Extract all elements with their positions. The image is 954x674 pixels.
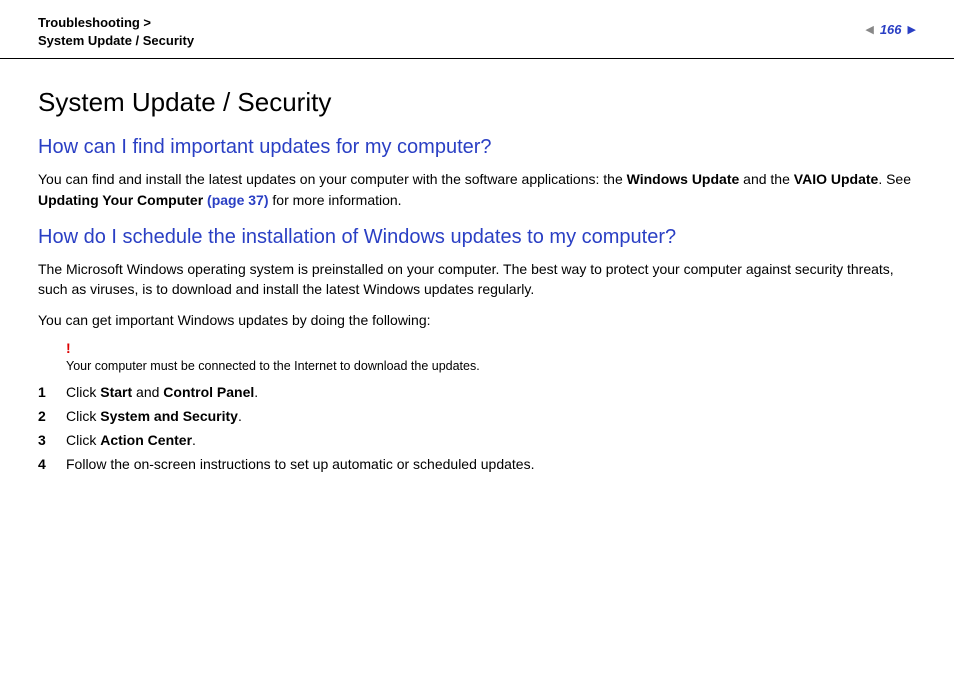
page-navigation: ◀ 166 ▶ <box>865 22 916 37</box>
next-page-icon[interactable]: ▶ <box>908 23 916 36</box>
section-heading-2: How do I schedule the installation of Wi… <box>38 226 916 249</box>
list-item: 1 Click Start and Control Panel. <box>38 384 916 400</box>
alert-text: Your computer must be connected to the I… <box>66 358 916 374</box>
text-bold: Updating Your Computer <box>38 192 207 208</box>
list-item: 3 Click Action Center. <box>38 432 916 448</box>
alert-box: ! Your computer must be connected to the… <box>66 340 916 374</box>
text-bold: Windows Update <box>627 171 740 187</box>
text-fragment: . <box>192 432 196 448</box>
text-fragment: . <box>254 384 258 400</box>
step-number: 4 <box>38 456 66 472</box>
list-item: 2 Click System and Security. <box>38 408 916 424</box>
page-header: Troubleshooting > System Update / Securi… <box>0 0 954 59</box>
text-fragment: . <box>238 408 242 424</box>
text-bold: VAIO Update <box>794 171 879 187</box>
text-fragment: . See <box>878 171 911 187</box>
text-fragment: Follow the on-screen instructions to set… <box>66 456 534 472</box>
text-fragment: and the <box>739 171 794 187</box>
section2-paragraph-2: You can get important Windows updates by… <box>38 310 916 330</box>
alert-icon: ! <box>66 340 916 356</box>
step-text: Click Action Center. <box>66 432 916 448</box>
text-bold: Start <box>100 384 132 400</box>
text-bold: System and Security <box>100 408 238 424</box>
section1-paragraph: You can find and install the latest upda… <box>38 169 916 210</box>
page-number: 166 <box>880 22 902 37</box>
step-text: Click System and Security. <box>66 408 916 424</box>
step-text: Follow the on-screen instructions to set… <box>66 456 916 472</box>
step-list: 1 Click Start and Control Panel. 2 Click… <box>38 384 916 472</box>
breadcrumb-line-1: Troubleshooting > <box>38 14 194 32</box>
prev-page-icon[interactable]: ◀ <box>865 23 873 36</box>
list-item: 4 Follow the on-screen instructions to s… <box>38 456 916 472</box>
section-heading-1: How can I find important updates for my … <box>38 136 916 159</box>
step-text: Click Start and Control Panel. <box>66 384 916 400</box>
step-number: 3 <box>38 432 66 448</box>
breadcrumb: Troubleshooting > System Update / Securi… <box>38 14 194 50</box>
page-content: System Update / Security How can I find … <box>0 59 954 508</box>
step-number: 2 <box>38 408 66 424</box>
text-fragment: Click <box>66 408 100 424</box>
section2-paragraph-1: The Microsoft Windows operating system i… <box>38 259 916 300</box>
text-fragment: You can find and install the latest upda… <box>38 171 627 187</box>
text-bold: Action Center <box>100 432 192 448</box>
text-fragment: and <box>132 384 163 400</box>
text-fragment: Click <box>66 432 100 448</box>
page-title: System Update / Security <box>38 87 916 118</box>
text-fragment: for more information. <box>269 192 402 208</box>
text-fragment: Click <box>66 384 100 400</box>
breadcrumb-line-2: System Update / Security <box>38 32 194 50</box>
step-number: 1 <box>38 384 66 400</box>
text-bold: Control Panel <box>163 384 254 400</box>
page-reference-link[interactable]: (page 37) <box>207 192 268 208</box>
